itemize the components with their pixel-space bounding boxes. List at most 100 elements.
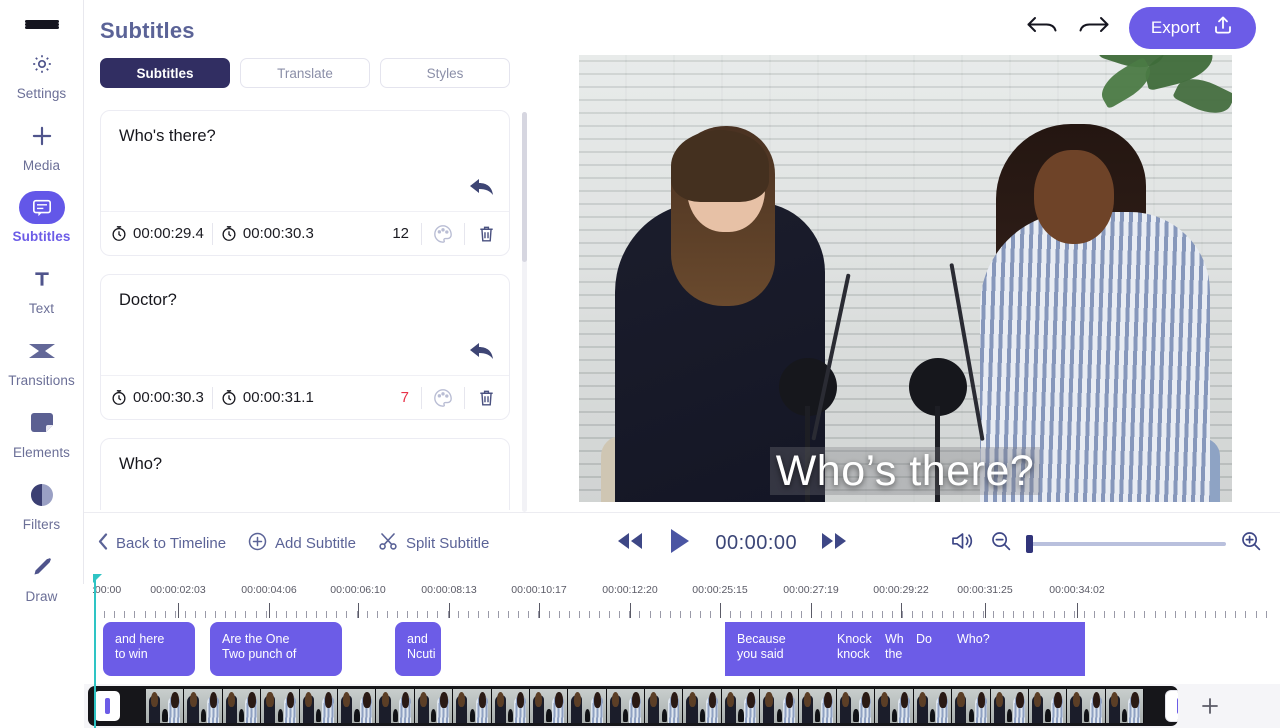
sidebar-item-media[interactable]: Media — [0, 119, 84, 173]
subtitle-clip[interactable]: and Ncuti — [395, 622, 441, 676]
zoom-out-icon[interactable] — [990, 530, 1012, 557]
subtitle-clip[interactable]: Who? — [945, 622, 1085, 676]
timeline-tick — [397, 611, 398, 618]
timeline-tick — [296, 611, 297, 618]
zoom-slider[interactable] — [1026, 534, 1226, 553]
add-subtitle-button[interactable]: Add Subtitle — [248, 532, 356, 555]
play-icon[interactable] — [667, 527, 693, 560]
subtitle-card[interactable]: Who? — [100, 438, 510, 510]
timeline-tick-label: :00:00 — [92, 584, 122, 596]
timeline-tick — [437, 611, 438, 618]
redo-icon[interactable] — [1077, 12, 1111, 43]
clip-handle-right[interactable] — [1166, 691, 1178, 721]
timeline-tick — [165, 611, 166, 618]
sidebar-item-transitions[interactable]: Transitions — [0, 334, 84, 388]
hamburger-icon[interactable] — [24, 20, 59, 29]
palette-icon[interactable] — [430, 221, 456, 247]
clip-text-line1: Are the One — [222, 632, 290, 646]
video-preview-area: Who’s there? — [530, 55, 1280, 504]
timeline-tick — [316, 611, 317, 618]
subtitle-clip[interactable]: and here to win — [103, 622, 195, 676]
subtitle-card-body[interactable]: Who's there? — [101, 111, 509, 211]
zoom-in-icon[interactable] — [1240, 530, 1262, 557]
timeline-tick — [498, 611, 499, 618]
subtitle-card-list[interactable]: Who's there? 00:00:29.4 00:00:30.3 12 Do… — [100, 110, 524, 510]
timeline-tick — [1074, 611, 1075, 618]
video-canvas[interactable]: Who’s there? — [578, 55, 1232, 502]
clip-text-line1: Knock — [837, 632, 872, 646]
clip-text-line2: you said — [737, 647, 784, 661]
zoom-slider-thumb[interactable] — [1026, 534, 1033, 553]
sidebar-item-text[interactable]: Text — [0, 262, 84, 316]
sidebar-item-settings[interactable]: Settings — [0, 47, 84, 101]
subtitle-card[interactable]: Who's there? 00:00:29.4 00:00:30.3 12 — [100, 110, 510, 256]
subtitle-end-time[interactable]: 00:00:31.1 — [221, 389, 314, 406]
subtitle-card-body[interactable]: Doctor? — [101, 275, 509, 375]
subtitle-text[interactable]: Who? — [119, 455, 491, 474]
filmstrip-frame — [875, 689, 914, 723]
timeline-tick — [306, 611, 307, 618]
subtitle-text[interactable]: Who's there? — [119, 127, 491, 146]
trash-icon[interactable] — [473, 221, 499, 247]
timeline[interactable]: :00:00 00:00:02:03 00:00:04:06 00:00:06:10 0… — [84, 574, 1280, 728]
rewind-icon[interactable] — [615, 530, 645, 557]
speaker-icon[interactable] — [950, 529, 976, 558]
video-clip[interactable] — [88, 686, 1178, 726]
reply-arrow-icon[interactable] — [469, 176, 495, 203]
sidebar-item-elements[interactable]: Elements — [0, 406, 84, 460]
timeline-tick — [993, 611, 994, 618]
timeline-tick — [417, 611, 418, 618]
character-count: 7 — [400, 389, 409, 406]
subtitle-text[interactable]: Doctor? — [119, 291, 491, 310]
top-toolbar: Export — [530, 0, 1280, 55]
panel-scrollbar[interactable] — [522, 112, 527, 512]
sidebar-item-subtitles[interactable]: Subtitles — [0, 191, 84, 244]
timeline-tick — [801, 611, 802, 618]
subtitle-start-time[interactable]: 00:00:30.3 — [111, 389, 204, 406]
timeline-ruler[interactable]: :00:00 00:00:02:03 00:00:04:06 00:00:06:10 0… — [84, 574, 1280, 618]
reply-arrow-icon[interactable] — [469, 340, 495, 367]
subtitle-card-footer: 00:00:30.3 00:00:31.1 7 — [101, 375, 509, 419]
timeline-tick — [458, 611, 459, 618]
timeline-tick — [973, 611, 974, 618]
timeline-major-tick — [630, 603, 631, 618]
timeline-tick — [862, 611, 863, 618]
tab-styles[interactable]: Styles — [380, 58, 510, 88]
sidebar-label: Text — [28, 301, 55, 316]
palette-icon[interactable] — [430, 385, 456, 411]
back-to-timeline-button[interactable]: Back to Timeline — [98, 533, 226, 554]
tab-translate[interactable]: Translate — [240, 58, 370, 88]
sidebar-label: Elements — [12, 445, 71, 460]
fast-forward-icon[interactable] — [819, 530, 849, 557]
filmstrip-frame — [1105, 689, 1145, 723]
subtitle-card[interactable]: Doctor? 00:00:30.3 00:00:31.1 7 — [100, 274, 510, 420]
subtitle-clip[interactable]: Do — [904, 622, 945, 676]
trash-icon[interactable] — [473, 385, 499, 411]
timeline-playhead[interactable] — [93, 574, 102, 688]
subtitle-clip[interactable]: Wh the — [873, 622, 904, 676]
split-subtitle-button[interactable]: Split Subtitle — [378, 532, 489, 555]
timeline-tick — [1266, 611, 1267, 618]
subtitle-end-time[interactable]: 00:00:30.3 — [221, 225, 314, 242]
tab-subtitles[interactable]: Subtitles — [100, 58, 230, 88]
export-button[interactable]: Export — [1128, 6, 1256, 49]
timeline-ticks — [84, 602, 1280, 618]
subtitle-clip[interactable]: Because you said — [725, 622, 825, 676]
subtitle-clip[interactable]: Knock knock — [825, 622, 873, 676]
timeline-tick — [579, 611, 580, 618]
video-caption-overlay: Who’s there? — [579, 447, 1232, 496]
undo-icon[interactable] — [1025, 12, 1059, 43]
sidebar-item-draw[interactable]: Draw — [0, 550, 84, 604]
sidebar-item-filters[interactable]: Filters — [0, 478, 84, 532]
subtitle-start-time[interactable]: 00:00:29.4 — [111, 225, 204, 242]
timeline-tick — [1054, 611, 1055, 618]
clip-handle-left[interactable] — [94, 691, 120, 721]
subtitle-clip-track[interactable]: and here to win Are the One Two punch of and… — [84, 622, 1280, 678]
timeline-tick-label: 00:00:04:06 — [241, 584, 297, 596]
timeline-tick — [912, 611, 913, 618]
filters-icon — [19, 478, 65, 512]
filmstrip-frame — [645, 689, 684, 723]
add-track-button[interactable] — [1196, 692, 1224, 720]
subtitle-card-body[interactable]: Who? — [101, 439, 509, 510]
subtitle-clip[interactable]: Are the One Two punch of — [210, 622, 342, 676]
